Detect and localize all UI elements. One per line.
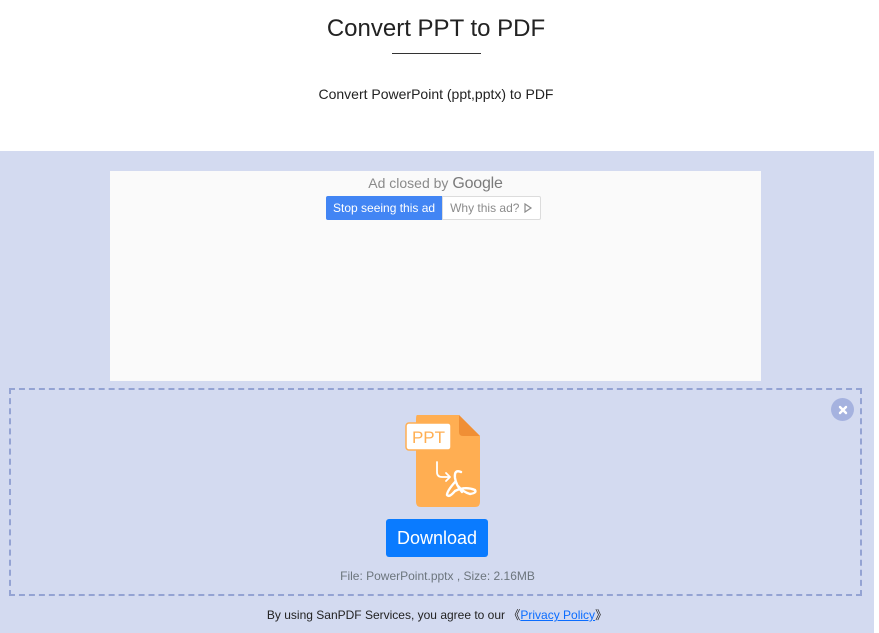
privacy-policy-link[interactable]: Privacy Policy xyxy=(520,608,595,622)
download-button[interactable]: Download xyxy=(386,519,488,557)
file-badge-text: PPT xyxy=(412,428,445,447)
google-logo: Google xyxy=(452,175,503,192)
close-button[interactable] xyxy=(831,398,854,421)
why-this-ad-label: Why this ad? xyxy=(450,201,520,215)
converter-area: Ad closed by Google Stop seeing this ad … xyxy=(0,151,874,633)
stop-seeing-ad-button[interactable]: Stop seeing this ad xyxy=(326,196,443,220)
page-title: Convert PPT to PDF xyxy=(326,15,546,42)
bracket-open: 《 xyxy=(508,608,521,622)
page-subtitle: Convert PowerPoint (ppt,pptx) to PDF xyxy=(318,86,554,102)
close-icon xyxy=(838,405,847,414)
ad-closed-text: Ad closed by xyxy=(368,175,449,191)
ad-container: Ad closed by Google Stop seeing this ad … xyxy=(110,171,761,381)
ad-closed-message: Ad closed by Google xyxy=(110,175,761,193)
adchoices-icon xyxy=(524,203,533,213)
file-info: File: PowerPoint.pptx , Size: 2.16MB xyxy=(340,569,535,583)
privacy-notice-text: By using SanPDF Services, you agree to o… xyxy=(266,608,509,622)
bracket-close: 》 xyxy=(595,608,608,622)
page-header: Convert PPT to PDF Convert PowerPoint (p… xyxy=(0,0,879,151)
why-this-ad-button[interactable]: Why this ad? xyxy=(442,196,542,220)
title-underline xyxy=(392,53,481,54)
ad-feedback-buttons: Stop seeing this ad Why this ad? xyxy=(326,196,542,220)
ppt-to-pdf-file-icon: PPT xyxy=(405,415,480,507)
result-drop-zone: PPT Download File: PowerPoint.pptx , Siz… xyxy=(9,388,862,596)
privacy-notice: By using SanPDF Services, you agree to o… xyxy=(0,606,874,623)
